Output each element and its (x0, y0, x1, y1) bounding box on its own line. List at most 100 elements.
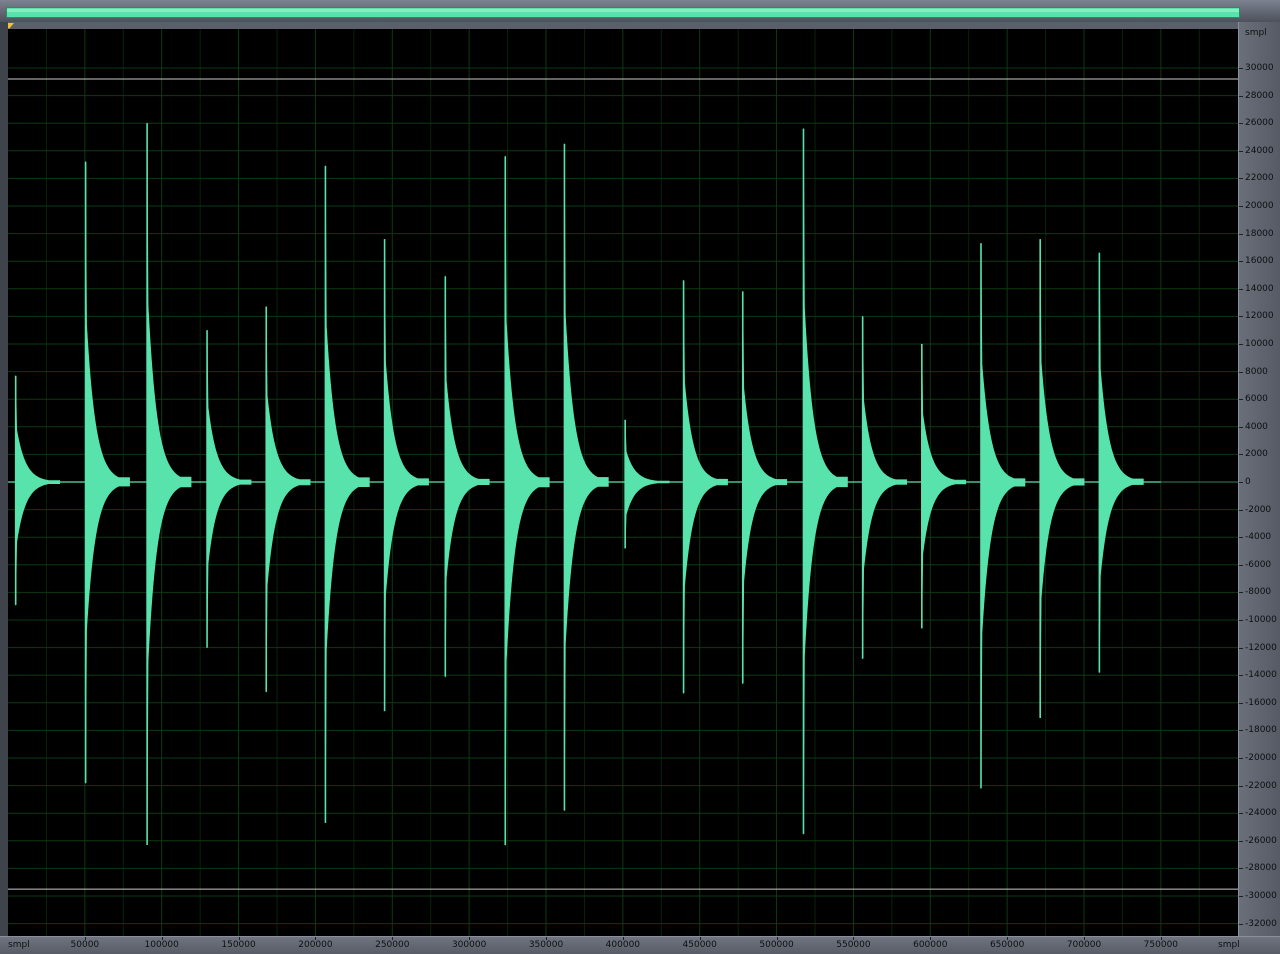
y-tick (1239, 233, 1243, 235)
y-tick-label: -4000 (1245, 532, 1272, 543)
y-tick (1239, 840, 1243, 842)
y-tick (1239, 647, 1243, 649)
y-tick-label: -22000 (1245, 780, 1277, 791)
y-tick (1239, 868, 1243, 870)
amplitude-ruler[interactable]: smpl 30000 28000 26000 24000 22000 20000 18000… (1238, 22, 1280, 936)
x-tick (930, 937, 932, 940)
y-tick (1239, 344, 1243, 345)
y-unit-label: smpl (1245, 28, 1267, 38)
x-tick (469, 937, 471, 940)
y-tick (1239, 592, 1243, 594)
transient-envelope (444, 275, 490, 678)
y-tick-label: 30000 (1245, 63, 1274, 73)
transient-envelope (146, 122, 192, 846)
transient-envelope (564, 143, 609, 812)
y-tick (1239, 288, 1243, 290)
y-tick-label: 0 (1245, 477, 1251, 487)
transient-envelope (803, 128, 848, 835)
transient-envelope (862, 316, 907, 660)
y-tick-label: 28000 (1245, 90, 1274, 101)
x-tick (622, 937, 624, 940)
x-tick-label: 100000 (144, 940, 179, 950)
transient-envelope (1039, 238, 1085, 719)
x-tick (699, 937, 701, 940)
y-tick (1239, 896, 1243, 897)
waveform-chart (8, 29, 1238, 936)
y-tick-label: 16000 (1245, 256, 1274, 267)
y-tick-label: 12000 (1245, 311, 1274, 322)
y-tick (1239, 95, 1243, 97)
y-tick-label: -6000 (1245, 559, 1272, 570)
y-tick (1239, 675, 1243, 677)
x-tick (238, 937, 240, 940)
overview-strip[interactable] (0, 0, 1280, 22)
x-tick (161, 937, 163, 940)
y-tick-label: -16000 (1245, 697, 1277, 708)
y-tick (1239, 150, 1243, 152)
x-tick (315, 937, 317, 940)
x-tick-label: 150000 (221, 940, 256, 950)
y-tick-label: 14000 (1245, 283, 1274, 294)
y-tick-label: -18000 (1245, 725, 1277, 736)
y-tick-label: 18000 (1245, 228, 1274, 239)
x-tick (776, 937, 778, 940)
y-tick (1239, 123, 1243, 125)
y-tick-label: -26000 (1245, 835, 1277, 846)
y-tick (1239, 399, 1243, 401)
y-tick-label: 10000 (1245, 339, 1274, 349)
y-tick (1239, 261, 1243, 263)
time-ruler[interactable]: smpl smpl 50000 100000 150000 200000 250000 3… (0, 936, 1280, 954)
transient-envelope (325, 165, 370, 824)
transient-envelope (742, 290, 788, 684)
transient-envelope (683, 279, 728, 695)
x-unit-label-right: smpl (1218, 940, 1240, 950)
y-tick (1239, 813, 1243, 815)
x-tick-label: 600000 (913, 940, 948, 950)
x-tick (1007, 937, 1009, 940)
transient-envelope (206, 329, 252, 648)
x-tick (392, 937, 394, 940)
y-tick (1239, 537, 1243, 539)
y-tick (1239, 730, 1243, 732)
y-tick-label: -10000 (1245, 615, 1277, 625)
y-tick (1239, 785, 1243, 787)
x-tick (1160, 937, 1162, 940)
y-tick-label: -24000 (1245, 808, 1277, 819)
y-tick-label: 8000 (1245, 366, 1268, 377)
transient-envelope (384, 239, 429, 712)
x-tick-label: 50000 (70, 940, 100, 950)
waveform-view[interactable] (8, 29, 1238, 936)
transient-envelope (1099, 252, 1144, 674)
transient-envelope (980, 243, 1026, 789)
x-tick-label: 750000 (1143, 940, 1179, 950)
x-tick-label: 700000 (1066, 940, 1102, 950)
y-tick-label: 20000 (1245, 201, 1274, 211)
y-tick-label: 26000 (1245, 118, 1274, 129)
y-tick-label: -30000 (1245, 891, 1277, 901)
y-tick (1239, 482, 1243, 483)
y-tick (1239, 68, 1243, 69)
y-tick-label: 22000 (1245, 173, 1274, 184)
transient-envelope (921, 343, 967, 629)
x-tick (546, 937, 547, 940)
y-tick-label: 24000 (1245, 145, 1274, 156)
y-tick-label: -12000 (1245, 642, 1277, 653)
overview-range-bar[interactable] (6, 7, 1240, 18)
y-tick-label: 4000 (1245, 421, 1268, 432)
x-tick-label: 550000 (836, 940, 871, 950)
x-tick-label: 250000 (375, 940, 410, 950)
y-tick (1239, 620, 1243, 621)
y-tick-label: 2000 (1245, 449, 1268, 460)
transient-envelope (504, 155, 550, 846)
x-tick (1084, 937, 1085, 940)
transient-envelope (265, 305, 311, 693)
x-tick-label: 500000 (759, 940, 794, 950)
y-tick (1239, 758, 1243, 759)
y-tick-label: 6000 (1245, 394, 1268, 405)
y-tick-label: -8000 (1245, 587, 1272, 598)
y-tick (1239, 454, 1243, 456)
y-tick (1239, 371, 1243, 373)
y-tick (1239, 316, 1243, 318)
transient-envelope (624, 419, 670, 550)
x-tick-label: 350000 (528, 940, 564, 950)
